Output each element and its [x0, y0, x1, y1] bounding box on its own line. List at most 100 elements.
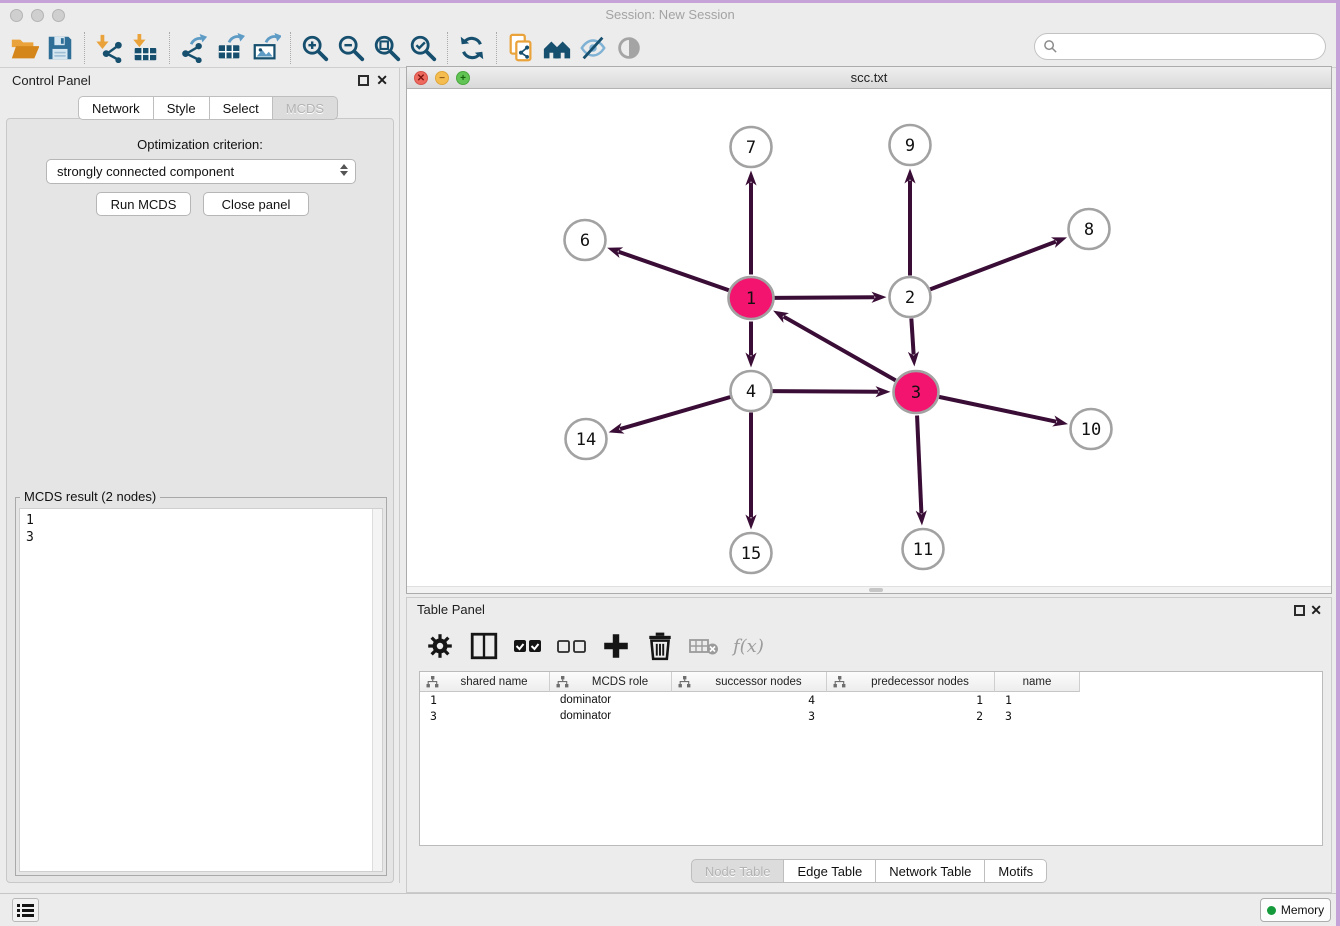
column-header-predecessor-nodes[interactable]: predecessor nodes [827, 672, 995, 692]
tab-edge-table[interactable]: Edge Table [784, 859, 876, 883]
graph-node-3[interactable]: 3 [894, 371, 939, 413]
table-row[interactable]: 3dominator323 [420, 708, 1322, 724]
graph-node-9[interactable]: 9 [890, 125, 931, 165]
app-titlebar: Session: New Session [0, 3, 1340, 28]
svg-text:10: 10 [1081, 420, 1101, 440]
hide-selected-icon[interactable] [575, 31, 611, 65]
graph-node-10[interactable]: 10 [1071, 409, 1112, 449]
zoom-fit-icon[interactable] [369, 31, 405, 65]
run-mcds-button[interactable]: Run MCDS [96, 192, 191, 216]
task-history-button[interactable] [12, 898, 39, 922]
edge-1-2[interactable] [774, 297, 874, 298]
function-builder-icon[interactable]: f(x) [733, 636, 764, 657]
table-row[interactable]: 1dominator411 [420, 692, 1322, 708]
tab-style[interactable]: Style [154, 96, 210, 120]
graph-node-7[interactable]: 7 [731, 127, 772, 167]
svg-text:8: 8 [1084, 220, 1094, 240]
graph-node-2[interactable]: 2 [890, 277, 931, 317]
edge-2-3[interactable] [911, 318, 913, 354]
zoom-in-icon[interactable] [297, 31, 333, 65]
first-neighbors-icon[interactable] [539, 31, 575, 65]
graph-node-8[interactable]: 8 [1069, 209, 1110, 249]
tab-select[interactable]: Select [210, 96, 273, 120]
tab-network[interactable]: Network [78, 96, 154, 120]
memory-label: Memory [1281, 903, 1324, 917]
clone-network-icon[interactable] [503, 31, 539, 65]
svg-text:14: 14 [576, 430, 596, 450]
open-file-icon[interactable] [6, 31, 42, 65]
tab-network-table[interactable]: Network Table [876, 859, 985, 883]
edge-3-11[interactable] [917, 415, 921, 513]
control-panel-tabs: NetworkStyleSelectMCDS [78, 96, 338, 120]
cell-MCDS-role: dominator [550, 710, 672, 722]
zoom-selected-icon[interactable] [405, 31, 441, 65]
edge-1-6[interactable] [619, 252, 729, 291]
edge-3-10[interactable] [939, 397, 1056, 422]
toolbar-separator [447, 32, 448, 64]
criterion-select[interactable]: strongly connected component [46, 159, 356, 184]
save-session-icon[interactable] [42, 31, 78, 65]
search-input[interactable] [1058, 39, 1308, 54]
tab-motifs[interactable]: Motifs [985, 859, 1047, 883]
refresh-icon[interactable] [454, 31, 490, 65]
column-header-successor-nodes[interactable]: successor nodes [672, 672, 827, 692]
column-view-icon[interactable] [469, 631, 499, 661]
tab-mcds[interactable]: MCDS [273, 96, 338, 120]
close-panel-button[interactable]: Close panel [203, 192, 309, 216]
search-icon [1043, 39, 1058, 54]
table-header-row: shared name MCDS role successor nodesprede… [420, 672, 1322, 692]
graph-node-11[interactable]: 11 [903, 529, 944, 569]
import-table-icon[interactable] [127, 31, 163, 65]
delete-column-icon[interactable] [645, 631, 675, 661]
close-panel-icon[interactable]: ✕ [376, 72, 388, 88]
column-label: MCDS role [569, 676, 671, 688]
column-type-icon [426, 676, 439, 688]
network-hscrollbar[interactable] [407, 586, 1331, 593]
close-table-panel-icon[interactable]: ✕ [1310, 602, 1322, 618]
network-hscroll-thumb[interactable] [869, 588, 883, 592]
add-column-icon[interactable] [601, 631, 631, 661]
delete-table-icon[interactable] [689, 631, 719, 661]
column-label: successor nodes [691, 676, 826, 688]
app-title: Session: New Session [0, 7, 1340, 22]
gear-icon[interactable] [425, 631, 455, 661]
search-box[interactable] [1034, 33, 1326, 60]
list-icon [17, 903, 34, 918]
memory-status-icon [1267, 906, 1276, 915]
mcds-result-box[interactable]: 1 3 [19, 508, 383, 872]
zoom-out-icon[interactable] [333, 31, 369, 65]
graph-node-14[interactable]: 14 [566, 419, 607, 459]
column-type-icon [678, 676, 691, 688]
export-network-icon[interactable] [176, 31, 212, 65]
import-network-icon[interactable] [91, 31, 127, 65]
edge-4-14[interactable] [620, 397, 730, 429]
edge-3-1[interactable] [784, 317, 896, 381]
memory-button[interactable]: Memory [1260, 898, 1331, 922]
tab-node-table[interactable]: Node Table [691, 859, 785, 883]
show-hidden-icon[interactable] [611, 31, 647, 65]
network-view-window: ✕ − + scc.txt 1 2 3 4 6 7 8 9 10 11 14 15 [406, 66, 1332, 594]
result-scrollbar[interactable] [372, 509, 382, 871]
graph-node-1[interactable]: 1 [729, 277, 774, 319]
column-header-name[interactable]: name [995, 672, 1080, 692]
select-all-columns-icon[interactable] [513, 631, 543, 661]
export-image-icon[interactable] [248, 31, 284, 65]
network-window-titlebar[interactable]: ✕ − + scc.txt [407, 67, 1331, 89]
graph-node-6[interactable]: 6 [565, 220, 606, 260]
column-header-MCDS-role[interactable]: MCDS role [550, 672, 672, 692]
cell-predecessor-nodes: 1 [827, 693, 995, 707]
float-panel-icon[interactable] [358, 75, 369, 86]
edge-4-3[interactable] [772, 391, 878, 392]
svg-text:7: 7 [746, 138, 756, 158]
svg-text:6: 6 [580, 231, 590, 251]
column-header-shared-name[interactable]: shared name [420, 672, 550, 692]
graph-node-4[interactable]: 4 [731, 371, 772, 411]
network-canvas[interactable]: 1 2 3 4 6 7 8 9 10 11 14 15 [407, 89, 1331, 586]
svg-text:2: 2 [905, 288, 915, 308]
edge-2-8[interactable] [930, 242, 1056, 290]
float-table-panel-icon[interactable] [1294, 605, 1305, 616]
deselect-all-columns-icon[interactable] [557, 631, 587, 661]
desktop-edge-right [1336, 0, 1340, 926]
export-table-icon[interactable] [212, 31, 248, 65]
graph-node-15[interactable]: 15 [731, 533, 772, 573]
